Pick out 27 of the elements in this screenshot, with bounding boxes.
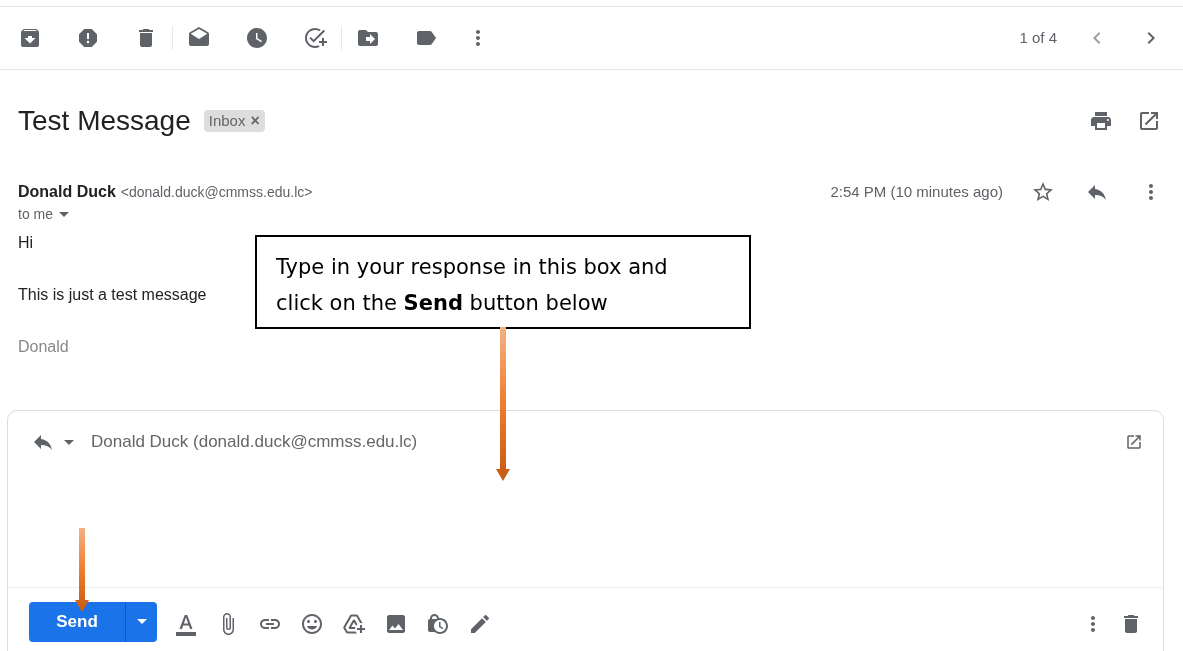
recipient-dropdown[interactable]: to me xyxy=(18,204,69,225)
print-icon[interactable] xyxy=(1089,109,1113,133)
arrow-icon xyxy=(75,528,89,612)
pop-out-icon[interactable] xyxy=(1125,432,1143,451)
confidential-icon[interactable] xyxy=(426,611,450,636)
add-task-icon[interactable] xyxy=(303,26,327,50)
sender-name: Donald Duck xyxy=(18,182,116,202)
message-line: This is just a test message xyxy=(18,285,207,303)
report-spam-icon[interactable] xyxy=(76,26,100,50)
caret-icon xyxy=(136,619,147,624)
emoji-icon[interactable] xyxy=(300,611,324,636)
inbox-label: Inbox × xyxy=(203,110,265,132)
pager-text: 1 of 4 xyxy=(1019,27,1057,48)
star-icon[interactable] xyxy=(1031,180,1055,204)
message-time: 2:54 PM (10 minutes ago) xyxy=(830,181,1003,202)
archive-icon[interactable] xyxy=(18,26,42,50)
reply-recipient: Donald Duck (donald.duck@cmmss.edu.lc) xyxy=(91,431,418,453)
callout-text: Type in your response in this box and click on the Send button below xyxy=(276,255,668,315)
sender-email: <donald.duck@cmmss.edu.lc> xyxy=(120,182,313,202)
email-subject: Test Message xyxy=(18,104,191,138)
remove-label-button[interactable]: × xyxy=(250,109,260,133)
caret-icon xyxy=(59,212,69,217)
clock-icon[interactable] xyxy=(245,26,269,50)
message-line: Hi xyxy=(18,233,34,251)
new-window-icon[interactable] xyxy=(1137,109,1161,133)
arrow-icon xyxy=(496,327,510,481)
message-signature: Donald xyxy=(18,337,69,357)
